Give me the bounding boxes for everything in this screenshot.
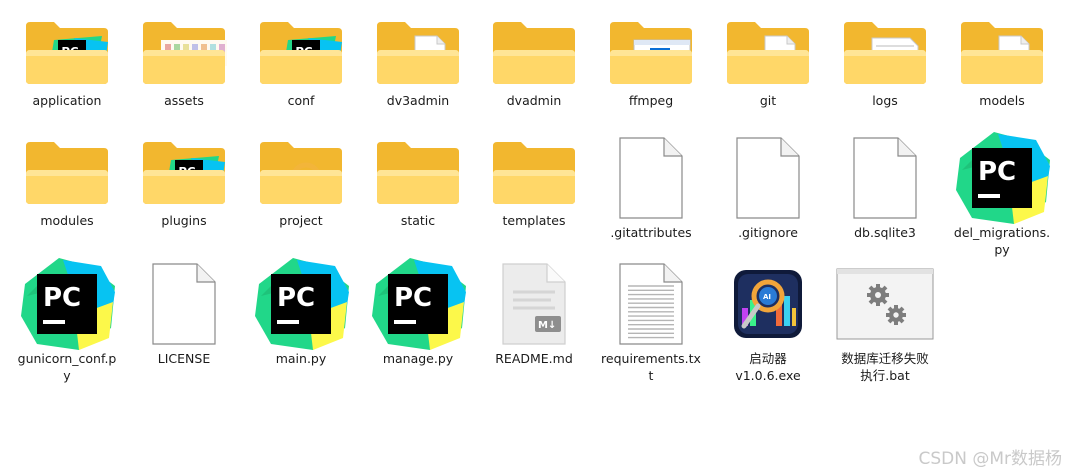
folder-item-ffmpeg[interactable]: ffmpeg	[601, 12, 701, 109]
folder-item-templates[interactable]: templates	[484, 132, 584, 229]
folder-item-dv3admin[interactable]: dv3admin	[368, 12, 468, 109]
folder-icon	[484, 132, 584, 212]
item-label: logs	[872, 93, 898, 108]
item-label: .gitignore	[738, 225, 798, 240]
folder-icon	[835, 12, 935, 92]
document-icon	[835, 132, 935, 224]
folder-icon	[718, 12, 818, 92]
pycharm-python-icon: PC	[17, 258, 117, 350]
watermark: CSDN @Mr数据杨	[918, 449, 1062, 469]
item-label: main.py	[275, 351, 327, 366]
svg-text:AI: AI	[763, 293, 771, 301]
item-label: application	[32, 93, 102, 108]
item-label: del_migrations. py	[953, 225, 1051, 257]
item-label: git	[759, 93, 777, 108]
file-item-v1-0-6-exe[interactable]: AI 启动器 v1.0.6.exe	[718, 258, 818, 384]
item-label: conf	[287, 93, 315, 108]
file-item-bat[interactable]: 数据库迁移失败 执行.bat	[835, 258, 935, 384]
file-item-gitignore[interactable]: .gitignore	[718, 132, 818, 241]
folder-item-assets[interactable]: assets	[134, 12, 234, 109]
folder-item-dvadmin[interactable]: dvadmin	[484, 12, 584, 109]
item-label: static	[400, 213, 436, 228]
folder-icon	[251, 132, 351, 212]
item-label: templates	[502, 213, 566, 228]
pycharm-python-icon: PC	[368, 258, 468, 350]
folder-item-static[interactable]: static	[368, 132, 468, 229]
app-launcher-icon: AI	[718, 258, 818, 350]
folder-item-modules[interactable]: modules	[17, 132, 117, 229]
item-label: 启动器 v1.0.6.exe	[735, 351, 801, 383]
file-item-db-sqlite3[interactable]: db.sqlite3	[835, 132, 935, 241]
item-label: assets	[164, 93, 204, 108]
folder-icon	[368, 132, 468, 212]
item-label: manage.py	[382, 351, 454, 366]
folder-item-application[interactable]: PC application	[17, 12, 117, 109]
folder-item-conf[interactable]: PC conf	[251, 12, 351, 109]
folder-item-project[interactable]: project	[251, 132, 351, 229]
file-item-gunicorn-conf-py[interactable]: PC gunicorn_conf.p y	[17, 258, 117, 384]
document-icon	[718, 132, 818, 224]
folder-item-logs[interactable]: logs	[835, 12, 935, 109]
file-item-del-migrations-py[interactable]: PC del_migrations. py	[952, 132, 1052, 258]
svg-text:M↓: M↓	[538, 320, 556, 331]
item-label: gunicorn_conf.p y	[17, 351, 117, 383]
item-label: requirements.tx t	[601, 351, 701, 383]
item-label: LICENSE	[157, 351, 211, 366]
file-item-readme-md[interactable]: M↓ README.md	[484, 258, 584, 367]
file-item-main-py[interactable]: PC main.py	[251, 258, 351, 367]
file-item-license[interactable]: LICENSE	[134, 258, 234, 367]
svg-text:PC: PC	[43, 283, 81, 313]
item-label: models	[979, 93, 1025, 108]
folder-icon: PC	[17, 12, 117, 92]
item-label: dvadmin	[506, 93, 562, 108]
text-file-icon	[601, 258, 701, 350]
pycharm-python-icon: PC	[251, 258, 351, 350]
item-label: README.md	[495, 351, 573, 366]
file-item-gitattributes[interactable]: .gitattributes	[601, 132, 701, 241]
folder-icon: PC	[134, 132, 234, 212]
item-label: plugins	[161, 213, 207, 228]
file-item-requirements-txt[interactable]: requirements.tx t	[601, 258, 701, 384]
folder-icon	[952, 12, 1052, 92]
item-label: db.sqlite3	[854, 225, 916, 240]
folder-icon: PC	[251, 12, 351, 92]
item-label: 数据库迁移失败 执行.bat	[841, 351, 929, 383]
item-label: project	[279, 213, 323, 228]
item-label: modules	[40, 213, 94, 228]
markdown-file-icon: M↓	[484, 258, 584, 350]
batch-script-gear-icon	[835, 258, 935, 350]
item-label: dv3admin	[386, 93, 450, 108]
svg-text:PC: PC	[394, 283, 432, 313]
file-item-manage-py[interactable]: PC manage.py	[368, 258, 468, 367]
item-label: .gitattributes	[610, 225, 692, 240]
svg-text:PC: PC	[978, 157, 1016, 187]
folder-item-models[interactable]: models	[952, 12, 1052, 109]
folder-item-plugins[interactable]: PC plugins	[134, 132, 234, 229]
folder-icon	[134, 12, 234, 92]
folder-item-git[interactable]: git	[718, 12, 818, 109]
folder-icon	[368, 12, 468, 92]
item-label: ffmpeg	[628, 93, 674, 108]
pycharm-python-icon: PC	[952, 132, 1052, 224]
document-icon	[134, 258, 234, 350]
folder-icon	[484, 12, 584, 92]
folder-icon	[601, 12, 701, 92]
folder-icon	[17, 132, 117, 212]
file-explorer-grid: PC application assets PC conf	[0, 0, 1068, 473]
svg-text:PC: PC	[277, 283, 315, 313]
document-icon	[601, 132, 701, 224]
